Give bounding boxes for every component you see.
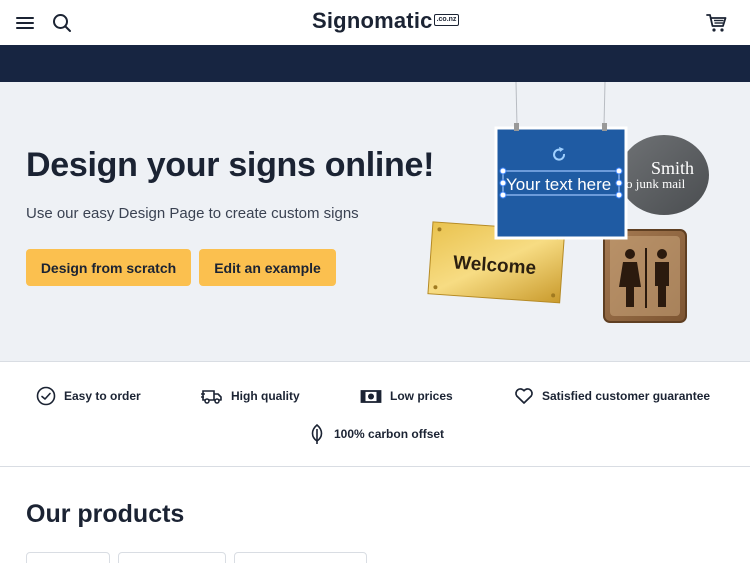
- hamburger-menu-icon[interactable]: [16, 14, 36, 32]
- oval-sign-line1: Smith: [651, 158, 694, 178]
- logo-domain-tag: .co.nz: [433, 14, 460, 26]
- delivery-truck-icon: [201, 390, 222, 404]
- site-header: Signomatic .co.nz: [0, 0, 750, 45]
- shopping-cart-icon[interactable]: [706, 13, 728, 33]
- product-category-tab[interactable]: [118, 552, 226, 563]
- cash-icon: [360, 390, 382, 403]
- feature-satisfied-guarantee: Satisfied customer guarantee: [514, 386, 710, 406]
- products-heading: Our products: [26, 500, 185, 528]
- feature-label: Low prices: [390, 389, 453, 403]
- design-from-scratch-button[interactable]: Design from scratch: [26, 249, 191, 286]
- hero-section: Design your signs online! Use our easy D…: [0, 82, 750, 362]
- editor-sign-text: Your text here: [506, 175, 611, 194]
- feature-label: Easy to order: [64, 389, 141, 403]
- search-icon[interactable]: [52, 13, 72, 33]
- feature-low-prices: Low prices: [360, 386, 453, 406]
- hero-signs-illustration: Smith o junk mail Welcome Your text here: [427, 82, 709, 323]
- edit-an-example-button[interactable]: Edit an example: [199, 249, 336, 286]
- feature-high-quality: High quality: [201, 386, 300, 406]
- feature-label: 100% carbon offset: [334, 427, 445, 441]
- navigation-bar: [0, 45, 750, 82]
- hero-subtitle: Use our easy Design Page to create custo…: [26, 205, 359, 222]
- product-category-tab[interactable]: [234, 552, 367, 563]
- hero-title: Design your signs online!: [26, 146, 435, 184]
- logo-wordmark: Signomatic: [312, 8, 433, 33]
- oval-sign-line2: o junk mail: [626, 176, 686, 191]
- leaf-icon: [311, 423, 323, 444]
- feature-label: High quality: [231, 389, 300, 403]
- feature-easy-to-order: Easy to order: [36, 386, 141, 406]
- features-strip: Easy to order High quality Low prices Sa…: [0, 362, 750, 467]
- check-circle-icon: [36, 386, 56, 406]
- heart-icon: [515, 388, 533, 404]
- site-logo[interactable]: Signomatic .co.nz: [312, 8, 460, 34]
- feature-label: Satisfied customer guarantee: [542, 389, 711, 403]
- feature-carbon-offset: 100% carbon offset: [308, 423, 444, 445]
- product-category-tab[interactable]: [26, 552, 110, 563]
